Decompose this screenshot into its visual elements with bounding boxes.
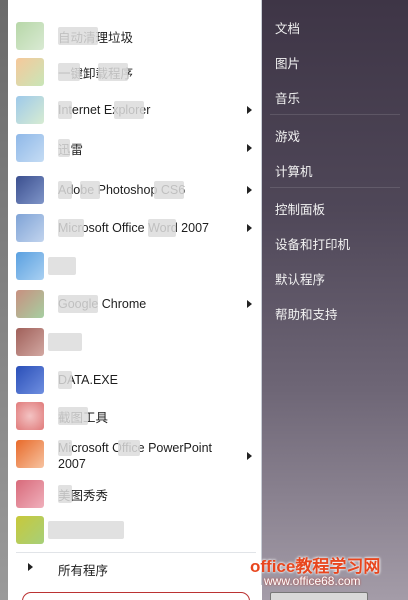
place-devices-printers[interactable]: 设备和打印机 [275, 234, 395, 256]
program-item-chrome[interactable]: Google Chrome [8, 286, 262, 322]
program-item-data-exe[interactable]: DATA.EXE [8, 362, 262, 398]
submenu-arrow-icon [247, 144, 252, 152]
place-control-panel[interactable]: 控制面板 [275, 199, 395, 221]
program-item-xunlei[interactable]: 迅雷 [8, 130, 262, 166]
submenu-arrow-icon [247, 186, 252, 194]
program-label: 一键卸载程序 [58, 66, 134, 81]
program-item-blurred-2[interactable] [8, 324, 262, 360]
word-icon [16, 214, 44, 242]
powerpoint-icon [16, 440, 44, 468]
place-pictures[interactable]: 图片 [275, 53, 395, 75]
places-separator [270, 187, 400, 188]
place-documents[interactable]: 文档 [275, 18, 395, 40]
all-programs-button[interactable]: 所有程序 [16, 556, 256, 580]
submenu-arrow-icon [247, 452, 252, 460]
places-separator [270, 114, 400, 115]
cleanup-icon [16, 22, 44, 50]
search-input[interactable] [22, 592, 250, 600]
scissors-icon [16, 402, 44, 430]
uninstall-icon [16, 58, 44, 86]
program-label: Internet Explorer [58, 103, 151, 117]
app-icon [16, 328, 44, 356]
submenu-arrow-icon [247, 224, 252, 232]
program-label [58, 248, 240, 284]
window-frame [0, 0, 8, 600]
program-label [58, 324, 240, 360]
place-default-programs[interactable]: 默认程序 [275, 269, 395, 291]
watermark-url: www.office68.com [264, 574, 361, 588]
start-menu: 自动清理垃圾 一键卸载程序 Internet Explorer 迅雷 Adobe… [0, 0, 408, 600]
place-help-support[interactable]: 帮助和支持 [275, 304, 395, 326]
program-item-blurred-1[interactable] [8, 248, 262, 284]
program-label: DATA.EXE [58, 373, 118, 387]
chrome-icon [16, 290, 44, 318]
program-item-powerpoint[interactable]: Microsoft Office PowerPoint 2007 [8, 436, 262, 476]
app-icon [16, 516, 44, 544]
app-icon [16, 252, 44, 280]
watermark: office教程学习网 www.office68.com [250, 552, 400, 592]
exe-icon [16, 366, 44, 394]
program-item-photoshop[interactable]: Adobe Photoshop CS6 [8, 172, 262, 208]
program-item-word[interactable]: Microsoft Office Word 2007 [8, 210, 262, 246]
ie-icon [16, 96, 44, 124]
program-label: Microsoft Office PowerPoint 2007 [58, 441, 212, 471]
program-item-meitu[interactable]: 美图秀秀 [8, 476, 262, 512]
xunlei-icon [16, 134, 44, 162]
all-programs-separator [16, 552, 256, 553]
meitu-icon [16, 480, 44, 508]
program-item-snipping-tool[interactable]: 截图工具 [8, 398, 262, 434]
photoshop-icon [16, 176, 44, 204]
shutdown-button[interactable] [270, 592, 368, 600]
program-item-uninstall[interactable]: 一键卸载程序 [8, 54, 262, 90]
expand-arrow-icon [28, 563, 33, 571]
program-label: 迅雷 [58, 142, 84, 157]
programs-pane: 自动清理垃圾 一键卸载程序 Internet Explorer 迅雷 Adobe… [8, 0, 262, 585]
submenu-arrow-icon [247, 300, 252, 308]
places-pane: 文档 图片 音乐 游戏 计算机 控制面板 设备和打印机 默认程序 帮助和支持 [262, 0, 408, 600]
submenu-arrow-icon [247, 106, 252, 114]
place-games[interactable]: 游戏 [275, 126, 395, 148]
place-music[interactable]: 音乐 [275, 88, 395, 110]
program-item-blurred-3[interactable] [8, 512, 262, 548]
place-computer[interactable]: 计算机 [275, 161, 395, 183]
program-item-internet-explorer[interactable]: Internet Explorer [8, 92, 262, 128]
program-item-cleanup[interactable]: 自动清理垃圾 [8, 18, 262, 54]
all-programs-label: 所有程序 [58, 564, 109, 578]
program-label: 美图秀秀 [58, 488, 109, 503]
